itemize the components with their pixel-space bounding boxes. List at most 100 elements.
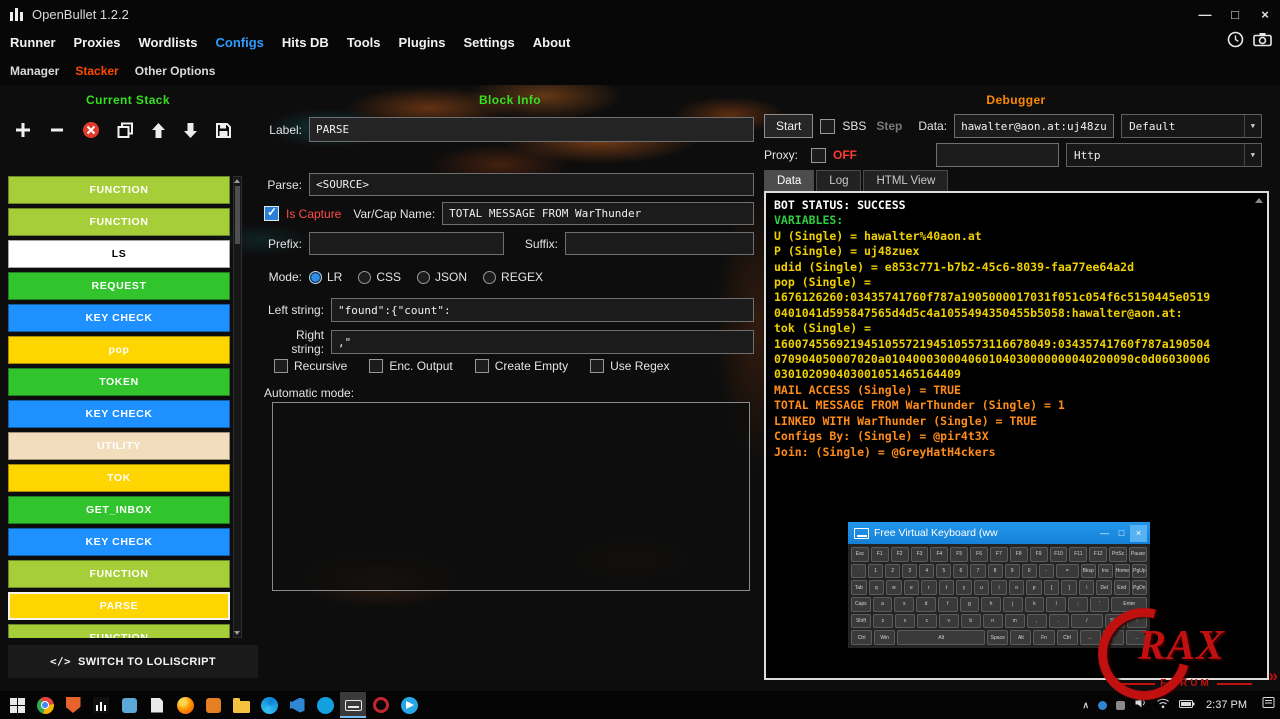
keyboard-key[interactable]: F3 <box>911 547 929 562</box>
keyboard-key[interactable]: m <box>1005 614 1025 629</box>
virtual-keyboard-taskbar-icon[interactable] <box>340 692 366 718</box>
brave-icon[interactable] <box>60 692 86 718</box>
keyboard-key[interactable]: p <box>1026 580 1042 595</box>
keyboard-key[interactable]: F6 <box>970 547 988 562</box>
keyboard-key[interactable]: F1 <box>871 547 889 562</box>
keyboard-key[interactable]: Shift <box>1105 614 1125 629</box>
action-center-icon[interactable] <box>1262 696 1275 714</box>
keyboard-key[interactable]: b <box>961 614 981 629</box>
menu-item[interactable]: Wordlists <box>138 35 197 50</box>
parse-option-checkbox[interactable]: Use Regex <box>590 359 669 373</box>
keyboard-key[interactable]: s <box>894 597 914 612</box>
keyboard-key[interactable]: Win <box>874 630 895 645</box>
keyboard-key[interactable]: 3 <box>902 564 917 579</box>
skype-icon[interactable] <box>312 692 338 718</box>
keyboard-key[interactable]: ] <box>1061 580 1077 595</box>
clone-block-icon[interactable] <box>117 122 134 139</box>
keyboard-key[interactable]: y <box>956 580 972 595</box>
menu-item[interactable]: Hits DB <box>282 35 329 50</box>
mode-radio-option[interactable]: LR <box>309 270 342 284</box>
keyboard-key[interactable]: o <box>1009 580 1025 595</box>
keyboard-key[interactable]: F11 <box>1069 547 1087 562</box>
keyboard-key[interactable]: g <box>960 597 980 612</box>
keyboard-key[interactable]: i <box>991 580 1007 595</box>
keyboard-key[interactable]: 8 <box>988 564 1003 579</box>
stack-block[interactable]: GET_INBOX <box>8 496 230 524</box>
menu-item[interactable]: Tools <box>347 35 381 50</box>
keyboard-key[interactable]: Bksp <box>1081 564 1096 579</box>
submenu-item[interactable]: Stacker <box>75 64 118 78</box>
stack-block[interactable]: UTILITY <box>8 432 230 460</box>
stack-block[interactable]: TOKEN <box>8 368 230 396</box>
edge-icon[interactable] <box>256 692 282 718</box>
parse-option-checkbox[interactable]: Create Empty <box>475 359 568 373</box>
stack-block[interactable]: PARSE <box>8 592 230 620</box>
hidden-icons-chevron[interactable]: ∧ <box>1082 700 1089 711</box>
stack-scrollbar[interactable] <box>233 176 242 638</box>
varcap-name-input[interactable] <box>442 202 754 225</box>
keyboard-key[interactable]: c <box>917 614 937 629</box>
keyboard-key[interactable]: Del <box>1096 580 1112 595</box>
keyboard-key[interactable]: Home <box>1115 564 1130 579</box>
virtual-keyboard-titlebar[interactable]: Free Virtual Keyboard (ww — □ × <box>848 522 1150 544</box>
debugger-tab[interactable]: HTML View <box>863 170 948 191</box>
keyboard-key[interactable]: Shift <box>851 614 871 629</box>
file-explorer-icon[interactable] <box>228 692 254 718</box>
move-down-icon[interactable] <box>183 122 198 139</box>
menu-item[interactable]: Configs <box>215 35 263 50</box>
keyboard-key[interactable]: PrtSc <box>1109 547 1127 562</box>
keyboard-key[interactable]: w <box>886 580 902 595</box>
orange-app-icon[interactable] <box>200 692 226 718</box>
keyboard-key[interactable]: F2 <box>891 547 909 562</box>
save-config-icon[interactable] <box>215 122 232 139</box>
keyboard-key[interactable]: ← <box>1080 630 1101 645</box>
debug-data-input[interactable] <box>954 114 1114 138</box>
start-button[interactable]: Start <box>764 114 813 138</box>
keyboard-key[interactable]: k <box>1025 597 1045 612</box>
keyboard-key[interactable]: - <box>1039 564 1054 579</box>
keyboard-key[interactable]: PgDn <box>1132 580 1148 595</box>
keyboard-key[interactable]: r <box>921 580 937 595</box>
openbullet-taskbar-icon[interactable] <box>88 692 114 718</box>
left-string-input[interactable] <box>331 298 754 322</box>
stack-block[interactable]: FUNCTION <box>8 176 230 204</box>
keyboard-key[interactable]: Alt <box>897 630 985 645</box>
switch-to-loliscript-button[interactable]: </> SWITCH TO LOLISCRIPT <box>8 645 258 678</box>
keyboard-key[interactable]: Ins <box>1098 564 1113 579</box>
keyboard-key[interactable]: Alt <box>1010 630 1031 645</box>
theme-clock-icon[interactable] <box>1227 31 1244 48</box>
remove-block-icon[interactable] <box>49 122 65 138</box>
clear-stack-icon[interactable] <box>82 121 100 139</box>
keyboard-key[interactable]: , <box>1027 614 1047 629</box>
vkb-close-button[interactable]: × <box>1130 525 1147 542</box>
keyboard-key[interactable]: F7 <box>990 547 1008 562</box>
stack-block[interactable]: KEY CHECK <box>8 304 230 332</box>
taskbar-clock[interactable]: 2:37 PM <box>1206 699 1247 711</box>
keyboard-key[interactable]: \ <box>1079 580 1095 595</box>
keyboard-key[interactable]: h <box>981 597 1001 612</box>
proxy-checkbox[interactable] <box>811 148 826 163</box>
prefix-input[interactable] <box>309 232 504 255</box>
keyboard-key[interactable]: ' <box>1090 597 1110 612</box>
wordlist-type-dropdown[interactable]: Default <box>1121 114 1262 138</box>
volume-icon[interactable] <box>1134 696 1147 714</box>
mode-radio-option[interactable]: CSS <box>358 270 401 284</box>
keyboard-key[interactable]: 1 <box>868 564 883 579</box>
keyboard-key[interactable]: v <box>939 614 959 629</box>
parse-option-checkbox[interactable]: Enc. Output <box>369 359 452 373</box>
keyboard-key[interactable]: ↑ <box>1127 614 1147 629</box>
vkb-maximize-button[interactable]: □ <box>1113 525 1130 542</box>
keyboard-key[interactable]: PgUp <box>1132 564 1147 579</box>
keyboard-key[interactable]: n <box>983 614 1003 629</box>
close-button[interactable]: × <box>1250 0 1280 28</box>
firefox-icon[interactable] <box>172 692 198 718</box>
keyboard-key[interactable]: / <box>1071 614 1104 629</box>
keyboard-key[interactable]: q <box>869 580 885 595</box>
start-button[interactable] <box>4 692 30 718</box>
sbs-checkbox[interactable] <box>820 119 835 134</box>
stack-block[interactable]: LS <box>8 240 230 268</box>
network-icon[interactable] <box>1156 696 1170 714</box>
keyboard-key[interactable]: 6 <box>953 564 968 579</box>
scroll-down-icon[interactable] <box>234 631 240 635</box>
menu-item[interactable]: About <box>533 35 571 50</box>
